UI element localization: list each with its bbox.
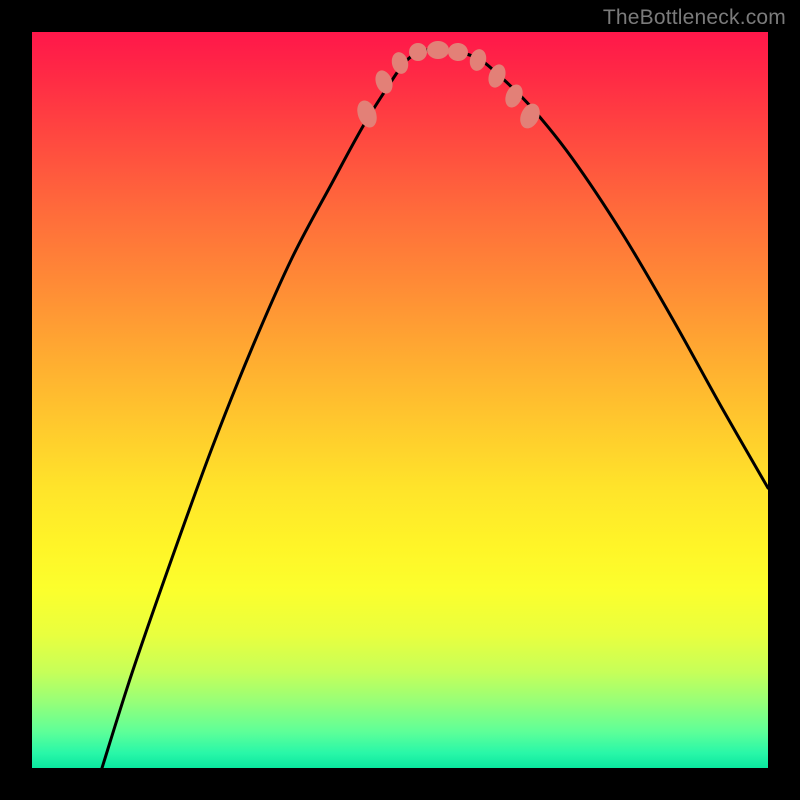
marker-layer <box>354 41 544 132</box>
plot-area <box>32 32 768 768</box>
marker-blob <box>409 43 427 61</box>
marker-blob <box>447 42 468 62</box>
marker-blob <box>389 50 410 75</box>
chart-svg <box>32 32 768 768</box>
marker-blob <box>467 47 488 72</box>
chart-frame: TheBottleneck.com <box>0 0 800 800</box>
curve-path <box>102 49 768 768</box>
marker-blob <box>372 68 395 96</box>
marker-blob <box>427 41 449 59</box>
curve-layer <box>102 49 768 768</box>
watermark-text: TheBottleneck.com <box>603 6 786 30</box>
